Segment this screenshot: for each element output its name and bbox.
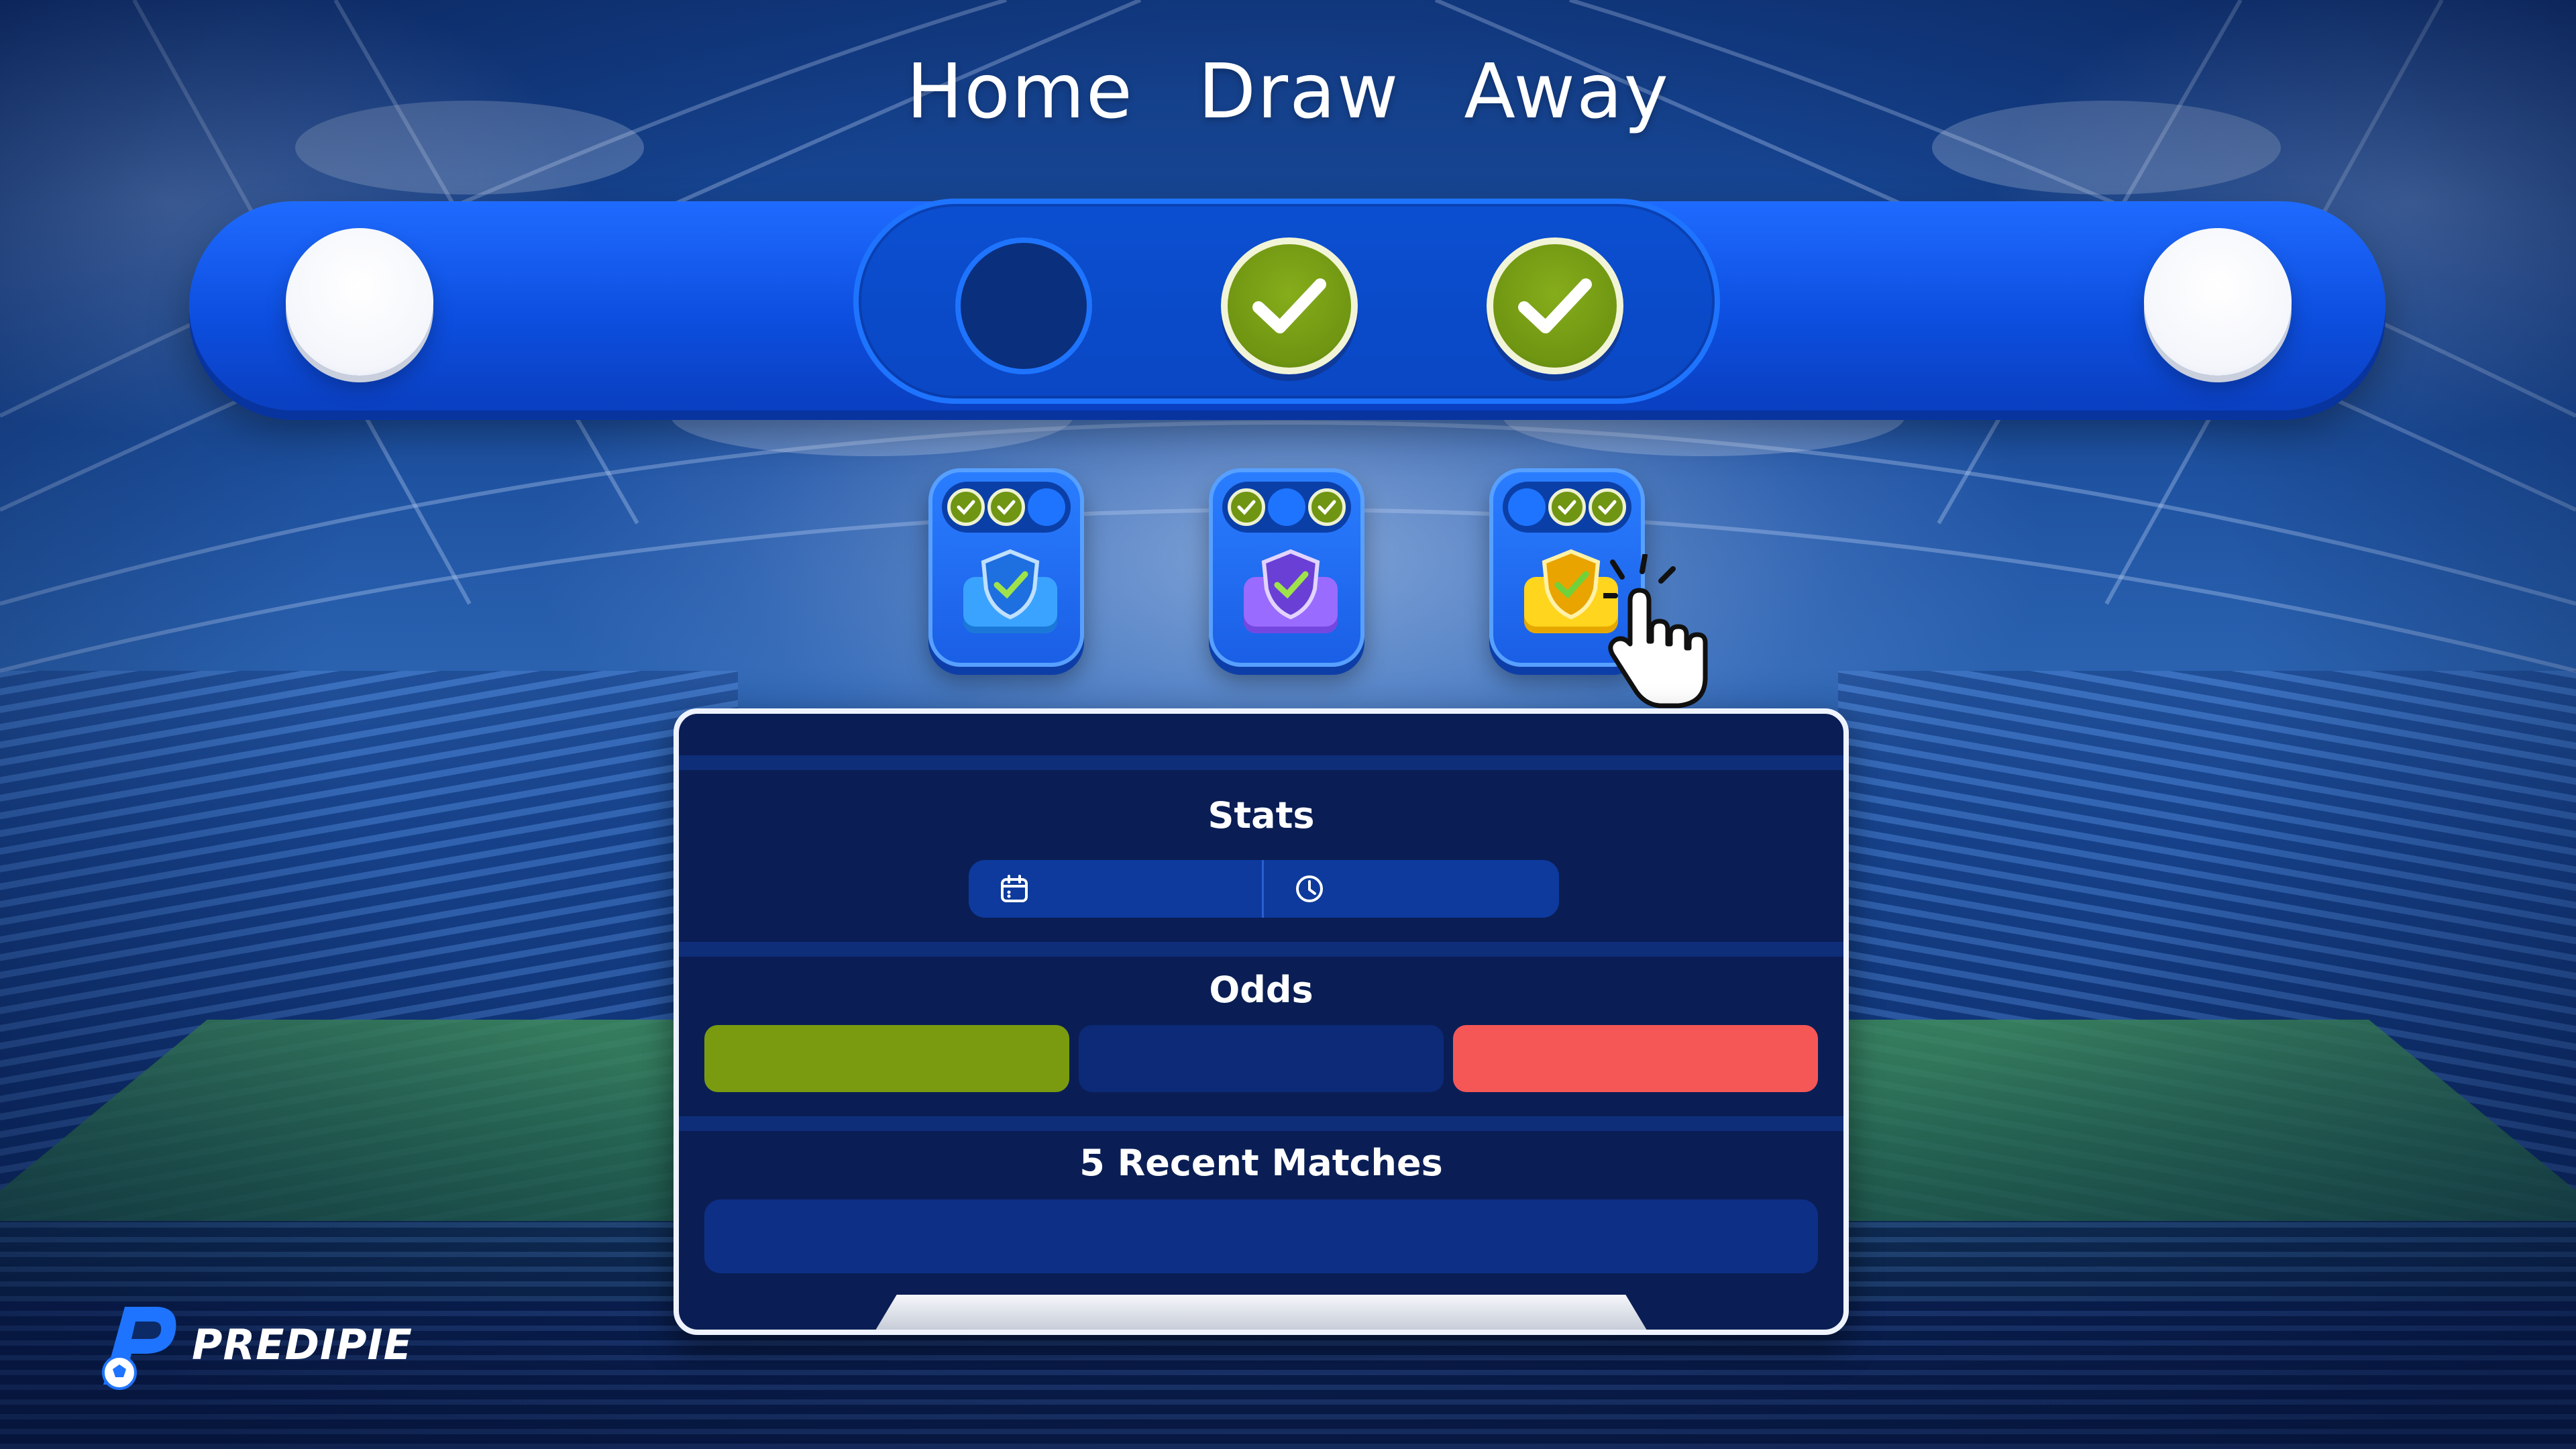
label-home: Home: [906, 48, 1134, 136]
mode-home-draw-button[interactable]: [928, 468, 1084, 667]
label-draw: Draw: [1197, 48, 1400, 136]
stats-date-cell[interactable]: [969, 860, 1264, 918]
odds-home[interactable]: [704, 1025, 1069, 1092]
panel-divider: [679, 755, 1843, 770]
odds-away[interactable]: [1453, 1025, 1818, 1092]
indicator-empty: [1508, 488, 1546, 526]
indicator-checked: [987, 488, 1025, 526]
indicator-empty: [1268, 488, 1305, 526]
recent-matches-bar[interactable]: [704, 1199, 1818, 1273]
away-outcome-toggle[interactable]: [1487, 237, 1623, 374]
shield-check-icon: [1542, 549, 1601, 620]
indicator-checked: [947, 488, 985, 526]
panel-divider: [679, 942, 1843, 957]
indicator-checked: [1228, 488, 1265, 526]
shield-check-icon: [1261, 549, 1320, 620]
clock-icon: [1296, 875, 1323, 902]
odds-draw[interactable]: [1079, 1025, 1444, 1092]
odds-row: [704, 1025, 1818, 1092]
home-team-slot[interactable]: [286, 228, 433, 376]
predipie-logo-icon: [102, 1307, 176, 1390]
recent-matches-title: 5 Recent Matches: [1079, 1142, 1443, 1184]
stats-title: Stats: [1208, 794, 1315, 837]
stats-bar[interactable]: [969, 860, 1559, 918]
away-team-slot[interactable]: [2144, 228, 2292, 376]
brand-logo: PREDIPIE: [83, 1297, 413, 1391]
mode-indicators: [1222, 482, 1351, 533]
stats-time-cell[interactable]: [1264, 860, 1559, 918]
outcome-labels: Home Draw Away: [0, 48, 2576, 136]
checkmark-icon: [1252, 278, 1326, 333]
calendar-icon: [1001, 875, 1028, 902]
label-away: Away: [1464, 48, 1670, 136]
indicator-empty: [1028, 488, 1065, 526]
indicator-checked: [1548, 488, 1586, 526]
brand-name: PREDIPIE: [192, 1320, 413, 1369]
odds-title: Odds: [1209, 969, 1313, 1011]
home-outcome-toggle[interactable]: [955, 237, 1092, 374]
shield-check-icon: [981, 549, 1040, 620]
panel-divider: [679, 1116, 1843, 1131]
mode-home-away-button[interactable]: [1209, 468, 1364, 667]
panel-bottom-tab: [873, 1295, 1649, 1330]
mode-indicators: [1503, 482, 1631, 533]
draw-outcome-toggle[interactable]: [1221, 237, 1358, 374]
mode-indicators: [942, 482, 1071, 533]
indicator-checked: [1308, 488, 1346, 526]
hand-pointer-icon: [1603, 554, 1708, 708]
checkmark-icon: [1518, 278, 1592, 333]
indicator-checked: [1589, 488, 1626, 526]
match-info-panel: Stats Odds 5 Recent Matches: [674, 708, 1849, 1335]
